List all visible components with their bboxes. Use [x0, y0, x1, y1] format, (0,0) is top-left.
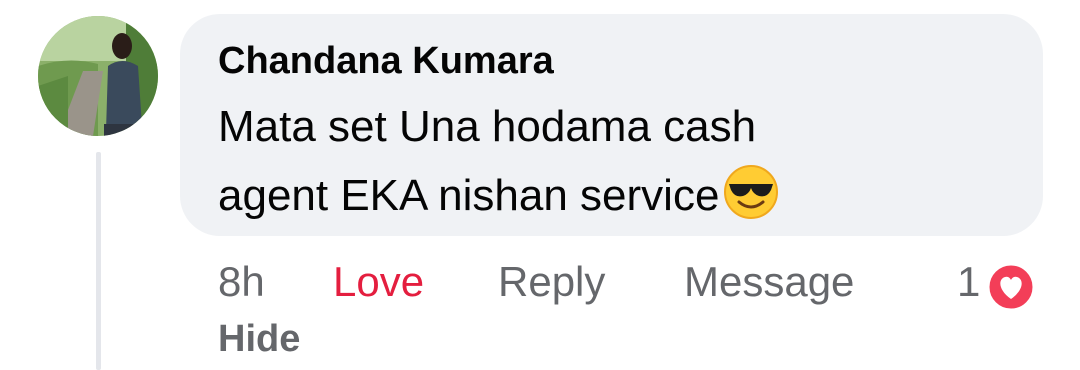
reply-button[interactable]: Reply: [498, 258, 605, 306]
comment-text-line-2-text: agent EKA nishan service: [218, 171, 720, 220]
heart-reaction-icon[interactable]: [986, 262, 1036, 317]
comment-timestamp[interactable]: 8h: [218, 258, 265, 306]
comment-bubble: Chandana Kumara Mata set Una hodama cash…: [180, 14, 1043, 236]
smiling-face-with-sunglasses-icon: [723, 164, 779, 231]
message-button[interactable]: Message: [684, 258, 854, 306]
hide-button[interactable]: Hide: [218, 318, 300, 361]
avatar[interactable]: [38, 16, 158, 136]
love-button[interactable]: Love: [333, 258, 424, 306]
comment-text-line-2: agent EKA nishan service: [218, 164, 779, 231]
reaction-count[interactable]: 1: [957, 258, 980, 306]
comment-author[interactable]: Chandana Kumara: [218, 40, 554, 83]
comment-actions: 8h Love Reply Message 1: [0, 258, 1080, 308]
comment-text-line-1: Mata set Una hodama cash: [218, 102, 757, 151]
